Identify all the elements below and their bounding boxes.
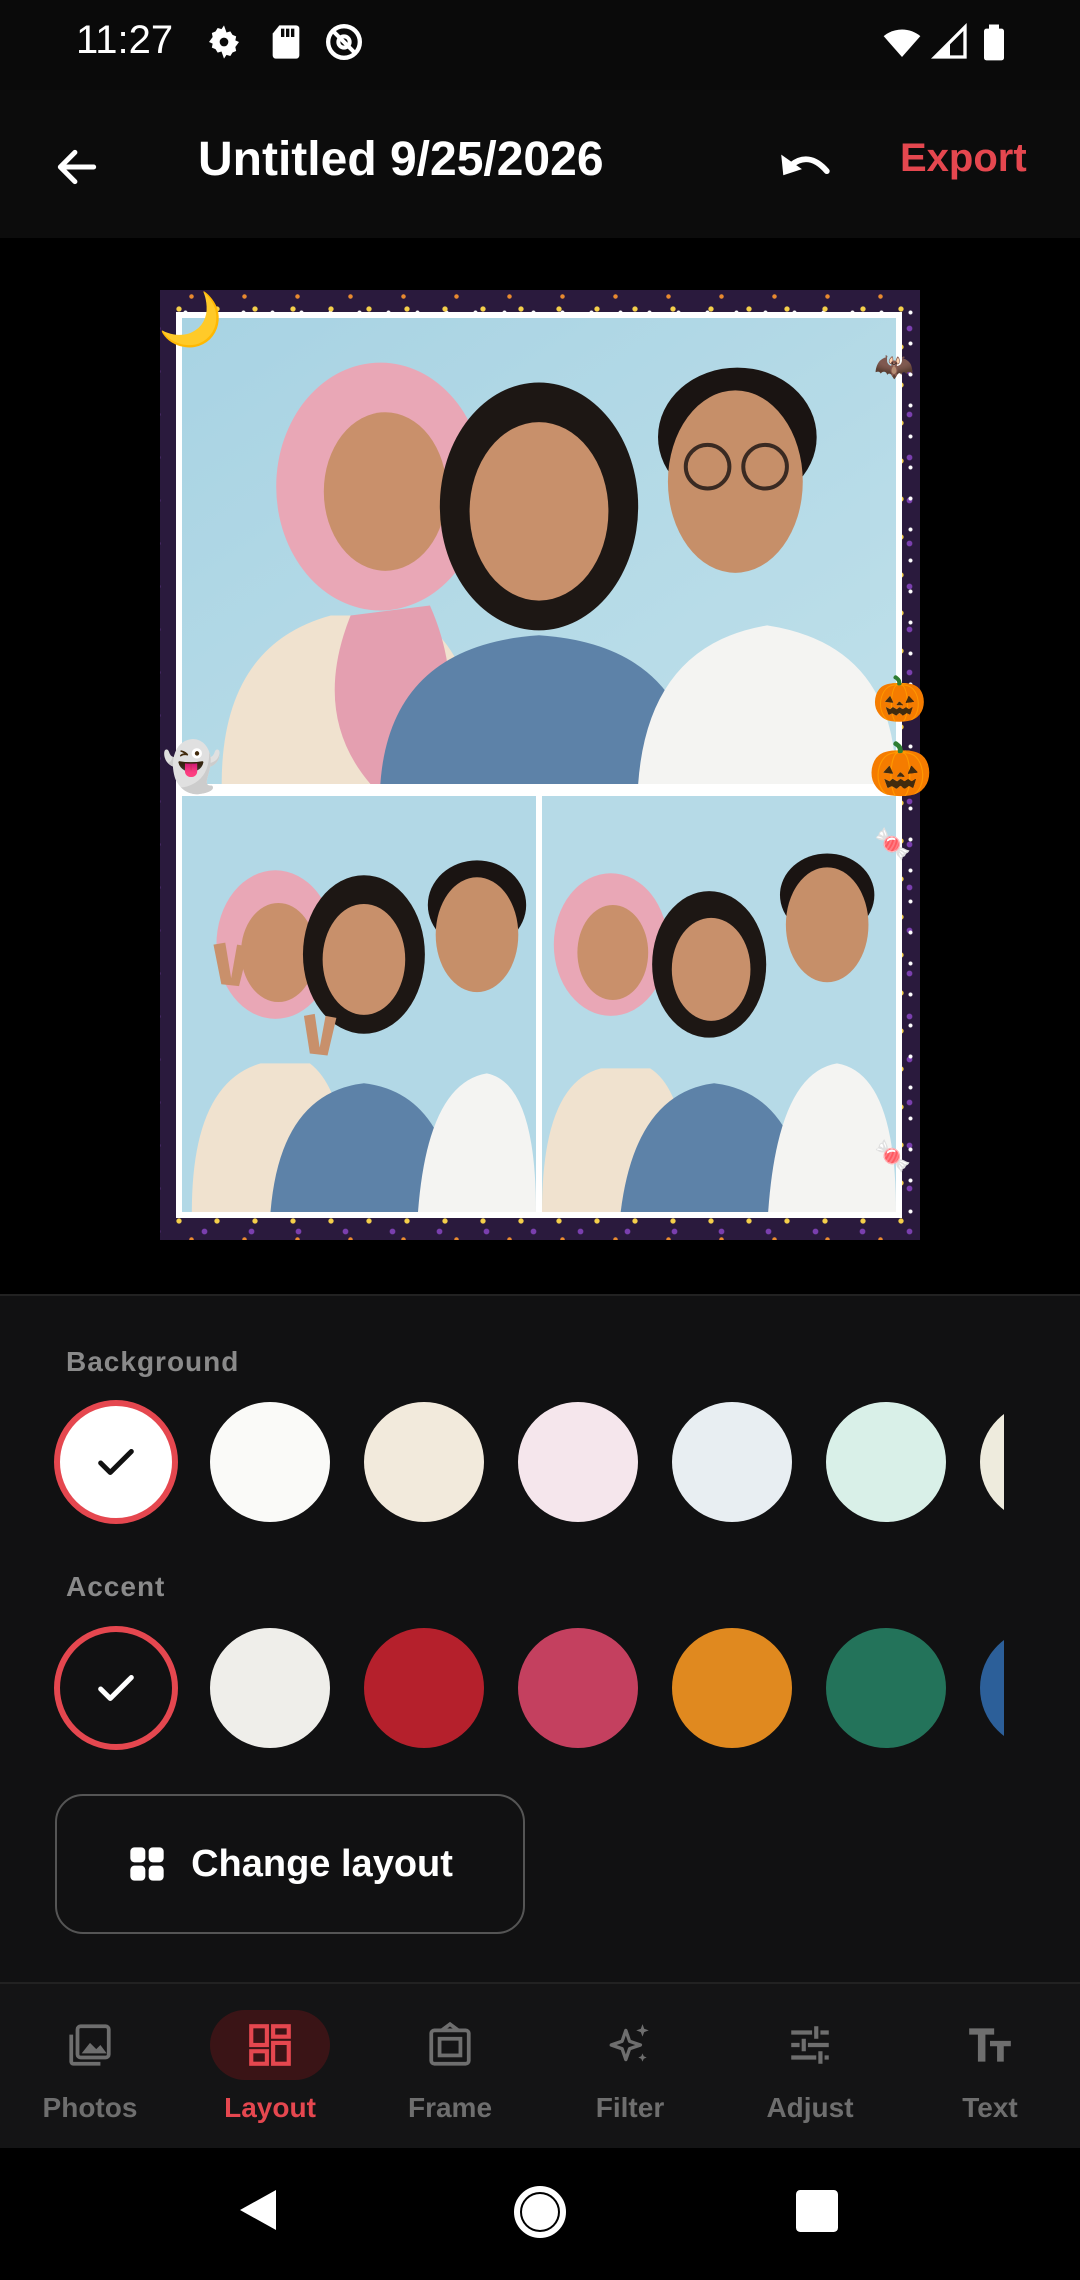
nav-label: Filter xyxy=(595,2092,665,2123)
nav-label: Photos xyxy=(42,2092,138,2123)
page-title: Untitled 9/25/2026 xyxy=(198,133,604,186)
sd-card-icon xyxy=(272,25,300,59)
ghost-sticker[interactable]: 👻 xyxy=(162,744,222,792)
change-layout-label: Change layout xyxy=(191,1842,453,1885)
check-icon xyxy=(98,1448,134,1476)
check-icon xyxy=(98,1674,134,1702)
signal-icon xyxy=(930,22,967,59)
candy-sticker[interactable]: 🍬 xyxy=(874,1142,911,1172)
text-icon xyxy=(969,2028,1011,2062)
photos-icon xyxy=(69,2024,111,2066)
pumpkin-sticker[interactable]: 🎃 xyxy=(872,678,927,722)
nav-label: Text xyxy=(962,2092,1018,2123)
collage-photo-bottom-left[interactable] xyxy=(176,790,542,1218)
nav-label: Adjust xyxy=(766,2092,854,2123)
candy-sticker[interactable]: 🍬 xyxy=(874,830,911,860)
group-photo-image xyxy=(182,796,536,1212)
accent-swatch[interactable] xyxy=(364,1628,484,1748)
system-home-icon[interactable] xyxy=(512,2184,568,2240)
nav-item-photos[interactable]: Photos xyxy=(0,1984,180,2150)
collage-photo-top[interactable] xyxy=(176,312,902,790)
background-swatch[interactable] xyxy=(210,1402,330,1522)
frame-icon xyxy=(429,2021,471,2066)
accent-label: Accent xyxy=(66,1571,166,1602)
system-nav-bar xyxy=(0,2148,1080,2280)
undo-icon xyxy=(781,154,830,176)
arrow-back-icon xyxy=(57,149,97,185)
nav-item-text[interactable]: Text xyxy=(900,1984,1080,2150)
export-button[interactable]: Export xyxy=(900,136,1027,181)
app-bar: Untitled 9/25/2026 Export xyxy=(0,90,1080,238)
accent-swatch[interactable] xyxy=(518,1628,638,1748)
system-recents-icon[interactable] xyxy=(796,2190,838,2232)
grid-icon xyxy=(130,1847,164,1881)
accent-swatch[interactable] xyxy=(210,1628,330,1748)
nav-item-filter[interactable]: Filter xyxy=(540,1984,720,2150)
undo-button[interactable] xyxy=(764,130,844,204)
background-swatch[interactable] xyxy=(364,1402,484,1522)
moon-sticker[interactable]: 🌙 xyxy=(158,294,223,346)
sparkle-icon xyxy=(609,2024,649,2062)
sliders-icon xyxy=(791,2026,829,2064)
accent-swatch[interactable] xyxy=(672,1628,792,1748)
background-swatch[interactable] xyxy=(518,1402,638,1522)
at-sign-icon xyxy=(326,24,362,60)
bat-sticker[interactable]: 🦇 xyxy=(874,350,914,382)
collage-photo-bottom-right[interactable] xyxy=(536,790,902,1218)
gear-icon xyxy=(209,25,239,59)
change-layout-button[interactable]: Change layout xyxy=(55,1794,525,1934)
background-swatch[interactable] xyxy=(672,1402,792,1522)
group-photo-image xyxy=(542,796,896,1212)
accent-swatch[interactable] xyxy=(826,1628,946,1748)
nav-label: Frame xyxy=(407,2092,493,2123)
status-bar: 11:27 xyxy=(0,0,1080,90)
nav-label: Layout xyxy=(224,2092,316,2123)
battery-icon xyxy=(984,24,1004,61)
nav-item-frame[interactable]: Frame xyxy=(360,1984,540,2150)
bottom-nav: Photos Layout Frame Filter Adjust Text xyxy=(0,1982,1080,2150)
pumpkin-sticker[interactable]: 🎃 xyxy=(868,744,933,796)
background-label: Background xyxy=(66,1346,240,1377)
layout-icon xyxy=(249,2024,291,2066)
back-button[interactable] xyxy=(40,130,114,204)
group-photo-image xyxy=(182,318,896,784)
nav-item-layout[interactable]: Layout xyxy=(180,1984,360,2150)
wifi-icon xyxy=(883,29,921,57)
background-swatch[interactable] xyxy=(826,1402,946,1522)
status-time: 11:27 xyxy=(76,18,174,62)
system-back-icon[interactable] xyxy=(236,2186,280,2234)
nav-item-adjust[interactable]: Adjust xyxy=(720,1984,900,2150)
